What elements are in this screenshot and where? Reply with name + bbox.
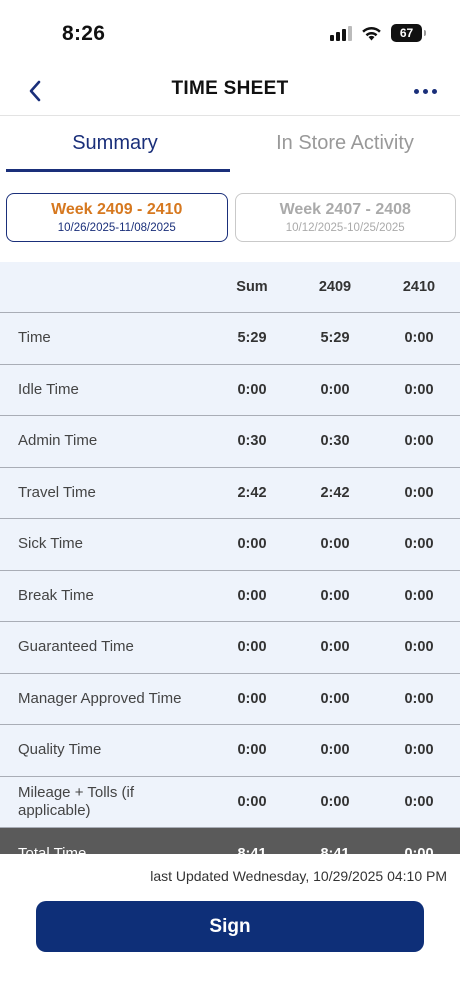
row-label: Idle Time: [18, 380, 79, 398]
wifi-icon: [362, 26, 381, 41]
cell-2409: 0:00: [320, 639, 350, 656]
week-selector: Week 2409 - 2410 10/26/2025-11/08/2025 W…: [6, 193, 456, 242]
status-icons: 67: [330, 24, 426, 42]
column-header-2410: 2410: [402, 279, 436, 295]
status-time: 8:26: [62, 22, 106, 45]
cell-2409: 0:00: [320, 536, 350, 553]
battery-level: 67: [399, 26, 414, 40]
tab-bar: Summary In Store Activity: [0, 116, 460, 174]
table-row: Quality Time 0:00 0:00 0:00: [0, 725, 460, 777]
cell-2409: 0:00: [320, 793, 350, 810]
row-label: Break Time: [18, 586, 94, 604]
cell-2409: 0:00: [320, 587, 350, 604]
nav-bar: TIME SHEET: [0, 70, 460, 114]
table-row: Guaranteed Time 0:00 0:00 0:00: [0, 622, 460, 674]
week-title: Week 2409 - 2410: [51, 201, 183, 218]
table-row: Idle Time 0:00 0:00 0:00: [0, 365, 460, 416]
cell-2409: 0:00: [320, 742, 350, 759]
table-row: Mileage + Tolls (if applicable) 0:00 0:0…: [0, 777, 460, 828]
table-header: Sum 2409 2410: [0, 262, 460, 313]
cell-2409: 0:00: [320, 381, 350, 398]
week-title: Week 2407 - 2408: [279, 201, 411, 218]
sign-button[interactable]: Sign: [36, 901, 424, 952]
tab-summary[interactable]: Summary: [0, 116, 230, 174]
row-label: Travel Time: [18, 483, 96, 501]
cell-sum: 0:30: [237, 433, 267, 450]
page-title: TIME SHEET: [171, 78, 289, 99]
cell-2409: 0:00: [320, 690, 350, 707]
cell-sum: 2:42: [237, 484, 267, 501]
total-row: Total Time 8:41 8:41 0:00: [0, 828, 460, 854]
cell-2410: 0:00: [404, 433, 434, 450]
footer: last Updated Wednesday, 10/29/2025 04:10…: [0, 854, 460, 999]
row-label: Admin Time: [18, 432, 98, 450]
table-row: Time 5:29 5:29 0:00: [0, 313, 460, 365]
table-row: Manager Approved Time 0:00 0:00 0:00: [0, 674, 460, 725]
cell-sum: 0:00: [237, 690, 267, 707]
cell-2410: 0:00: [404, 639, 434, 656]
column-header-sum: Sum: [236, 279, 268, 295]
cell-2410: 0:00: [404, 381, 434, 398]
cellular-signal-icon: [330, 25, 352, 41]
more-horizontal-icon: [413, 88, 419, 94]
cell-sum: 0:00: [237, 639, 267, 656]
row-label: Total Time: [18, 844, 87, 854]
cell-2410: 0:00: [404, 587, 434, 604]
cell-sum: 0:00: [237, 742, 267, 759]
cell-sum: 0:00: [237, 381, 267, 398]
row-label: Mileage + Tolls (if applicable): [18, 783, 135, 819]
row-label: Time: [18, 329, 51, 347]
row-label: Guaranteed Time: [18, 638, 134, 656]
row-label: Quality Time: [18, 741, 102, 759]
table-row: Sick Time 0:00 0:00 0:00: [0, 519, 460, 571]
cell-sum: 5:29: [237, 330, 267, 347]
table-row: Travel Time 2:42 2:42 0:00: [0, 468, 460, 519]
more-options-button[interactable]: [408, 74, 442, 108]
table-row: Break Time 0:00 0:00 0:00: [0, 571, 460, 622]
column-header-2409: 2409: [318, 279, 352, 295]
row-label: Sick Time: [18, 535, 84, 553]
table-row: Admin Time 0:30 0:30 0:00: [0, 416, 460, 468]
cell-2409: 2:42: [320, 484, 350, 501]
cell-2410: 0:00: [404, 536, 434, 553]
cell-2410: 0:00: [404, 330, 434, 347]
cell-2410: 0:00: [404, 484, 434, 501]
week-card-2407-2408[interactable]: Week 2407 - 2408 10/12/2025-10/25/2025: [234, 193, 456, 242]
tab-in-store-activity[interactable]: In Store Activity: [230, 116, 460, 174]
week-card-2409-2410[interactable]: Week 2409 - 2410 10/26/2025-11/08/2025: [6, 193, 228, 242]
week-dates: 10/12/2025-10/25/2025: [285, 222, 405, 234]
status-bar: 8:26 67: [0, 0, 460, 70]
active-tab-indicator: [6, 169, 230, 172]
cell-2410: 0:00: [404, 845, 434, 854]
cell-2410: 0:00: [404, 793, 434, 810]
cell-sum: 0:00: [237, 587, 267, 604]
row-label: Manager Approved Time: [18, 689, 182, 707]
week-dates: 10/26/2025-11/08/2025: [57, 222, 176, 234]
cell-2410: 0:00: [404, 742, 434, 759]
cell-2409: 0:30: [320, 433, 350, 450]
cell-sum: 0:00: [237, 793, 267, 810]
cell-2409: 8:41: [320, 845, 350, 854]
last-updated-text: last Updated Wednesday, 10/29/2025 04:10…: [150, 868, 447, 884]
cell-sum: 0:00: [237, 536, 267, 553]
timesheet-table[interactable]: Sum 2409 2410 Time 5:29 5:29 0:00 Idle T…: [0, 262, 460, 854]
cell-2410: 0:00: [404, 690, 434, 707]
battery-icon: 67: [391, 24, 426, 42]
cell-2409: 5:29: [320, 330, 350, 347]
cell-sum: 8:41: [237, 845, 267, 854]
